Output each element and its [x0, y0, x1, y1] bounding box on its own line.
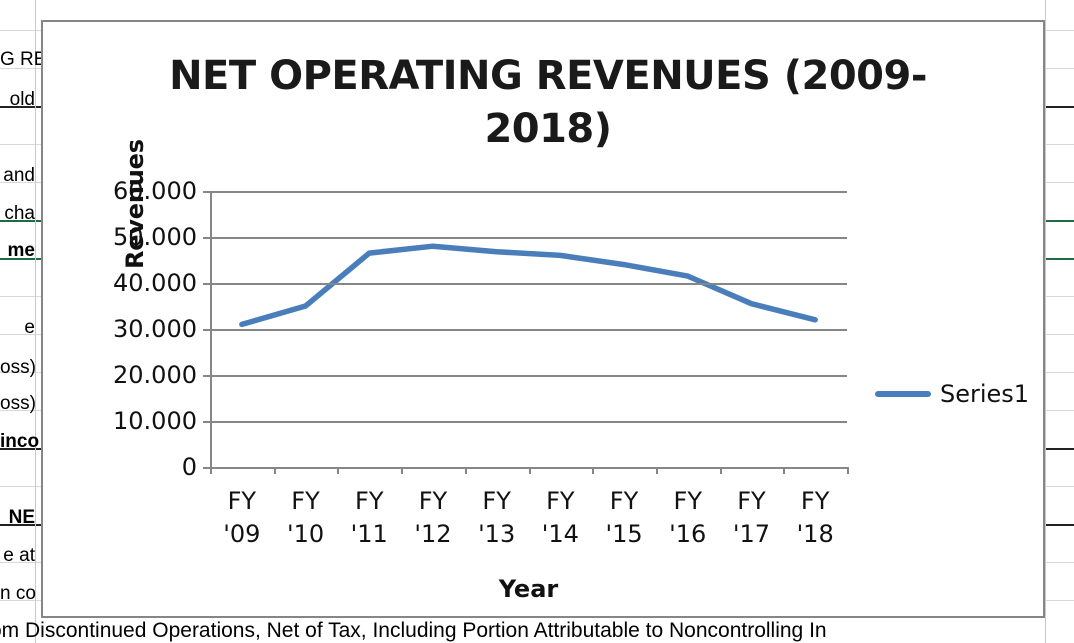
x-axis-tick-label-line: '14 — [541, 520, 579, 549]
x-axis-tick — [401, 467, 404, 474]
y-axis-tick — [203, 421, 210, 423]
x-axis-tick — [847, 467, 849, 474]
x-axis-tick — [783, 467, 786, 474]
x-axis-tick — [273, 467, 276, 474]
spreadsheet-cell-label: e at — [3, 545, 35, 566]
x-axis-tick-label: FY '12 — [414, 485, 451, 551]
y-axis-tick — [203, 375, 210, 377]
x-axis-tick — [464, 467, 467, 474]
y-axis-tick-label: 30.000 — [113, 315, 197, 343]
x-axis-tick-label-line: FY — [609, 487, 639, 515]
x-axis-tick-label-line: '17 — [732, 520, 771, 549]
x-axis-tick-label: FY '16 — [669, 485, 706, 551]
x-axis-tick-label-line: '12 — [414, 520, 452, 549]
x-axis-tick — [719, 467, 722, 474]
x-axis-tick-label-line: '09 — [223, 520, 261, 549]
chart-legend[interactable]: Series1 — [875, 380, 1029, 408]
spreadsheet-cell-label: oss) — [0, 357, 36, 378]
x-axis-tick — [528, 467, 531, 474]
x-axis-title: Year — [498, 575, 559, 603]
x-axis-tick-label-line: FY — [800, 487, 830, 515]
x-axis-tick — [337, 467, 340, 474]
chart-object[interactable]: NET OPERATING REVENUES (2009-2018) Reven… — [41, 20, 1045, 618]
plot-area: 60.000 50.000 40.000 30.000 20.000 10.000 0 FY '… — [113, 177, 849, 548]
gridline — [210, 237, 847, 239]
x-axis-tick-label-line: FY — [227, 487, 257, 515]
y-axis-tick — [203, 237, 210, 239]
x-axis-tick-label-line: '13 — [478, 520, 516, 549]
gridline — [210, 191, 847, 193]
y-axis-tick-label: 50.000 — [113, 223, 197, 251]
spreadsheet-cell-label: e — [24, 317, 35, 338]
x-axis-tick-label-line: FY — [546, 487, 575, 515]
x-axis-tick — [592, 467, 595, 474]
legend-label-series1: Series1 — [940, 380, 1030, 408]
x-axis-tick-label-line: '10 — [286, 520, 325, 549]
spreadsheet-column-divider — [35, 0, 36, 643]
y-axis-tick-label: 0 — [181, 453, 197, 481]
x-axis-tick-label-line: '16 — [669, 520, 707, 549]
y-axis-tick-label: 40.000 — [113, 269, 197, 297]
spreadsheet-cell-label: cha — [4, 203, 35, 224]
gridline — [210, 329, 847, 331]
spreadsheet-cell-label: and — [3, 165, 35, 186]
spreadsheet-cell-label: n co — [0, 583, 36, 604]
x-axis-tick — [210, 467, 212, 474]
spreadsheet-cell-label: me — [7, 240, 35, 261]
y-axis-tick — [203, 329, 210, 331]
x-axis-tick-label: FY '18 — [797, 485, 834, 551]
chart-title: NET OPERATING REVENUES (2009-2018) — [169, 53, 927, 153]
x-axis-tick-label: FY '11 — [351, 485, 388, 551]
y-axis-tick — [203, 191, 210, 193]
x-axis-tick-label: FY '17 — [733, 485, 770, 551]
spreadsheet-cell-label: NE — [8, 507, 35, 528]
x-axis-tick-label: FY '14 — [542, 485, 579, 551]
x-axis-tick-label: FY '13 — [478, 485, 515, 551]
spreadsheet-cell-label: oss) — [0, 393, 36, 414]
y-axis-tick-label: 10.000 — [113, 407, 197, 435]
x-axis-tick-label-line: '11 — [350, 520, 388, 549]
x-axis-tick — [655, 467, 658, 474]
gridline — [210, 283, 847, 285]
x-axis-tick-label-line: FY — [418, 487, 448, 515]
x-axis-tick-label-line: '15 — [605, 520, 643, 549]
y-axis-tick — [203, 467, 210, 469]
x-axis-tick-label-line: FY — [291, 487, 320, 515]
x-axis-tick-label: FY '15 — [605, 485, 642, 551]
spreadsheet-cell-label: old — [9, 89, 35, 110]
x-axis-tick-label: FY '10 — [287, 485, 324, 551]
y-axis-tick — [203, 283, 210, 285]
gridline — [210, 421, 847, 423]
x-axis-tick-label-line: '18 — [796, 520, 834, 549]
spreadsheet-cell-label: inco — [0, 431, 40, 452]
x-axis-tick-label-line: FY — [482, 487, 511, 515]
y-axis-tick-label: 20.000 — [113, 361, 197, 389]
spreadsheet-column-divider — [1045, 0, 1046, 643]
x-axis-tick-label-line: FY — [673, 487, 702, 515]
data-series-polyline — [239, 243, 818, 328]
spreadsheet-bottom-text: om Discontinued Operations, Net of Tax, … — [0, 619, 827, 642]
x-axis-tick-label: FY '09 — [223, 485, 260, 551]
y-axis-tick-label: 60.000 — [113, 177, 197, 205]
legend-color-swatch-series1 — [875, 391, 931, 397]
x-axis-tick-label-line: FY — [737, 487, 766, 515]
x-axis-tick-label-line: FY — [355, 487, 384, 515]
gridline — [210, 375, 847, 377]
spreadsheet-cell-label: G RE — [0, 49, 47, 70]
